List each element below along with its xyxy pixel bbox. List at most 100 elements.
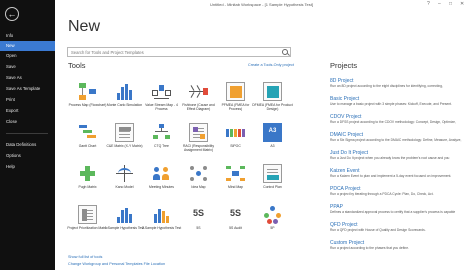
fishbone-icon — [189, 82, 208, 101]
sidebar-item-export[interactable]: Export — [0, 106, 55, 116]
sidebar-divider — [6, 133, 48, 134]
tool-label: RACI (Responsibility Assignment Matrix) — [182, 144, 215, 152]
tool-label: PFMEA (FMEA for Process) — [221, 103, 250, 111]
tool-label: C&E Matrix (X-Y Matrix) — [106, 144, 143, 148]
sipoc-icon — [226, 123, 245, 142]
tool-label: Process Map (Flowchart) — [68, 103, 107, 107]
five-s-audit-icon: 5S — [229, 208, 241, 218]
maximize-icon[interactable]: □ — [449, 1, 452, 7]
tool-tile-control-plan[interactable]: Control Plan — [254, 162, 291, 202]
arrow-left-icon[interactable]: ← — [5, 7, 19, 21]
create-tools-only-link[interactable]: Create a Tools-Only project — [248, 63, 294, 67]
tool-label: Project Prioritization Matrix — [67, 226, 108, 230]
tool-tile-5p[interactable]: 5P — [254, 203, 291, 243]
project-item[interactable]: DMAIC Project Run a Six Sigma project ac… — [330, 132, 465, 142]
tool-tile-ctq-tree[interactable]: CTQ Tree — [143, 121, 180, 161]
five-s-icon: 5S — [192, 208, 204, 218]
tool-tile-meeting-minutes[interactable]: Meeting Minutes — [143, 162, 180, 202]
sidebar-item-info[interactable]: Info — [0, 31, 55, 41]
five-p-icon — [263, 205, 282, 224]
ce-matrix-icon — [115, 123, 134, 142]
tool-tile-raci[interactable]: RACI (Responsibility Assignment Matrix) — [180, 121, 217, 161]
tool-tile-idea-map[interactable]: Idea Map — [180, 162, 217, 202]
hypothesis-test-icon — [115, 205, 134, 224]
tool-tile-value-stream-map[interactable]: Value Stream Map - 4 Process — [143, 80, 180, 120]
tool-label: CTQ Tree — [154, 144, 169, 148]
tool-label: Gantt Chart — [78, 144, 97, 148]
tool-tile-a3[interactable]: A3 A3 — [254, 121, 291, 161]
tool-label: SIPOC — [230, 144, 241, 148]
tool-tile-5s[interactable]: 5S 5S — [180, 203, 217, 243]
tool-tile-prioritization-matrix[interactable]: Project Prioritization Matrix — [67, 203, 108, 243]
project-item[interactable]: Custom Project Run a project according t… — [330, 240, 465, 250]
search-icon[interactable] — [282, 49, 288, 55]
tool-label: 2-Sample Hypothesis Test — [141, 226, 182, 230]
page-title: New — [68, 18, 101, 35]
tool-label: Value Stream Map - 4 Process — [145, 103, 178, 111]
change-templates-location-link[interactable]: Change Workgroup and Personal Templates … — [68, 262, 165, 266]
project-description: Defines a standardized approval process … — [330, 210, 456, 214]
tool-tile-5s-audit[interactable]: 5S 5S Audit — [217, 203, 254, 243]
process-map-icon — [78, 82, 97, 101]
sidebar-item-print[interactable]: Print — [0, 95, 55, 105]
search-input[interactable] — [71, 48, 276, 56]
tool-label: 5S Audit — [229, 226, 242, 230]
a3-icon: A3 — [263, 123, 282, 142]
sidebar-item-options[interactable]: Options — [0, 151, 55, 161]
idea-map-icon — [189, 164, 208, 183]
project-description: Run an 8D project according to the eight… — [330, 84, 443, 88]
tool-tile-mind-map[interactable]: Mind Map — [217, 162, 254, 202]
project-item[interactable]: Just Do It Project Run a Just Do It proj… — [330, 150, 465, 160]
tool-label: Kano Model — [115, 185, 134, 189]
tool-label: 5S — [196, 226, 201, 230]
tool-tile-pugh-matrix[interactable]: Pugh Matrix — [69, 162, 106, 202]
project-description: Run a DFSS project according to the CDOV… — [330, 120, 456, 124]
meeting-minutes-icon — [152, 164, 171, 183]
sidebar-item-open[interactable]: Open — [0, 51, 55, 61]
pugh-matrix-icon — [78, 164, 97, 183]
tool-tile-2-sample-test[interactable]: 2-Sample Hypothesis Test — [141, 203, 182, 243]
project-item[interactable]: Basic Project Use to manage a basic proj… — [330, 96, 465, 106]
tool-tile-gantt-chart[interactable]: Gantt Chart — [69, 121, 106, 161]
tool-tile-process-map[interactable]: Process Map (Flowchart) — [69, 80, 106, 120]
tool-label: 1 Sample Hypothesis Test — [104, 226, 145, 230]
help-icon[interactable]: ? — [427, 1, 430, 7]
sidebar-item-save[interactable]: Save — [0, 62, 55, 72]
app-window: ← Info New Open Save Save As Save As Tem… — [0, 0, 468, 270]
search-box[interactable] — [67, 47, 291, 57]
project-description: Run a Six Sigma project according to the… — [330, 138, 462, 142]
tool-tile-dfmea[interactable]: DFMEA (FMEA for Product Design) — [252, 80, 293, 120]
sidebar-item-new[interactable]: New — [0, 41, 55, 51]
project-item[interactable]: PPAP Defines a standardized approval pro… — [330, 204, 465, 214]
sidebar-item-save-as[interactable]: Save As — [0, 73, 55, 83]
tool-label: A3 — [270, 144, 275, 148]
project-item[interactable]: PDCA Project Run a project by iterating … — [330, 186, 465, 196]
raci-icon — [189, 123, 208, 142]
project-description: Run a project according to the phases th… — [330, 246, 409, 250]
project-item[interactable]: Kaizen Event Run a Kaizen Event to plan … — [330, 168, 465, 178]
tool-tile-kano-model[interactable]: Kano Model — [106, 162, 143, 202]
tool-tile-monte-carlo[interactable]: Monte Carlo Simulation — [106, 80, 143, 120]
tool-tile-pfmea[interactable]: PFMEA (FMEA for Process) — [217, 80, 254, 120]
project-item[interactable]: CDOV Project Run a DFSS project accordin… — [330, 114, 465, 124]
sidebar-item-save-as-template[interactable]: Save As Template — [0, 84, 55, 94]
tool-tile-sipoc[interactable]: SIPOC — [217, 121, 254, 161]
tool-label: Monte Carlo Simulation — [106, 103, 143, 107]
minimize-icon[interactable]: – — [438, 1, 441, 7]
project-item[interactable]: 8D Project Run an 8D project according t… — [330, 78, 465, 88]
close-icon[interactable]: ✕ — [460, 1, 464, 7]
tool-label: 5P — [270, 226, 275, 230]
sidebar-item-data-definitions[interactable]: Data Definitions — [0, 140, 55, 150]
tool-tile-1-sample-test[interactable]: 1 Sample Hypothesis Test — [104, 203, 145, 243]
project-item[interactable]: QFD Project Run a QFD project with House… — [330, 222, 465, 232]
tool-label: Pugh Matrix — [78, 185, 97, 189]
value-stream-map-icon — [152, 82, 171, 101]
sidebar-item-close[interactable]: Close — [0, 117, 55, 127]
tool-tile-ce-matrix[interactable]: C&E Matrix (X-Y Matrix) — [106, 121, 143, 161]
window-title: Untitled - Minitab Workspace - [1 Sample… — [209, 2, 313, 7]
project-description: Run a QFD project with House of Quality … — [330, 228, 426, 232]
tool-tile-fishbone[interactable]: Fishbone (Cause and Effect Diagram) — [180, 80, 217, 120]
show-all-tools-link[interactable]: Show full list of tools — [68, 255, 102, 259]
sidebar-item-help[interactable]: Help — [0, 162, 55, 172]
project-description: Use to manage a basic project with 3 sim… — [330, 102, 452, 106]
